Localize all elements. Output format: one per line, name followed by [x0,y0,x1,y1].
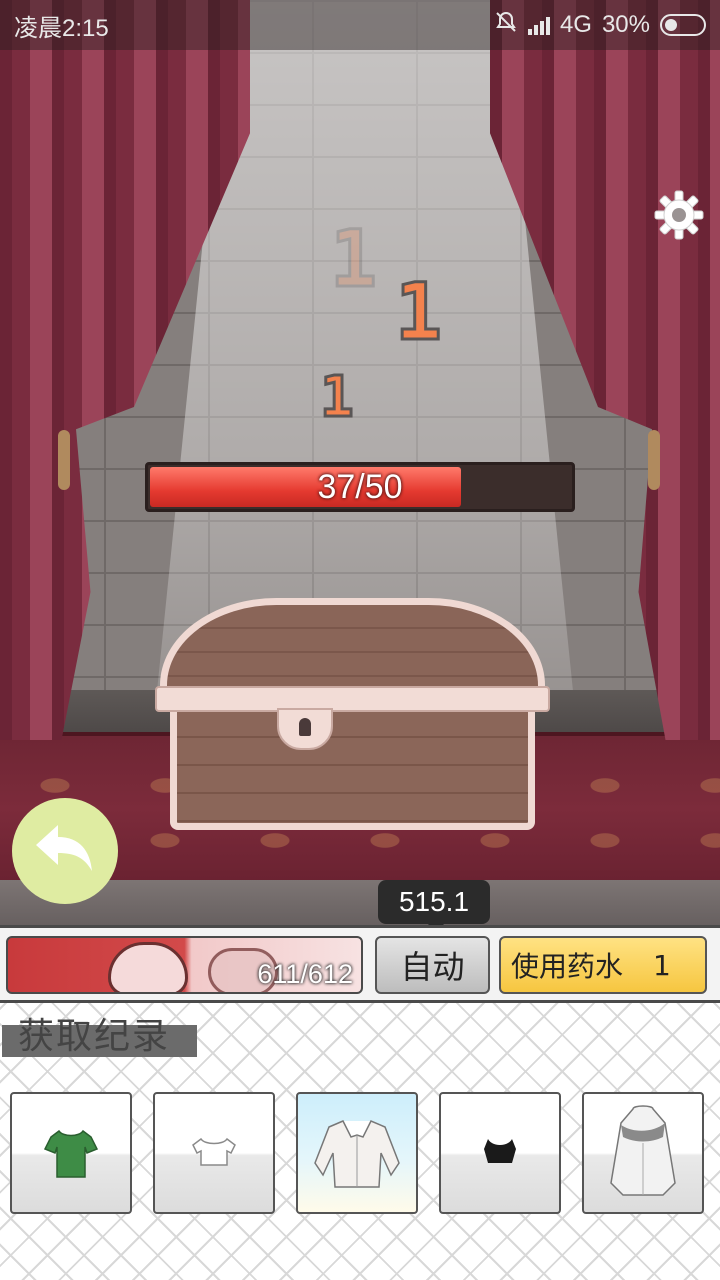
potion-count: 1 [653,948,671,982]
battery-percent: 30% [601,11,650,38]
curtain-rope-right [648,430,660,490]
damage-number: 1 [319,364,356,432]
record-title: 获取纪录 [2,1003,197,1057]
mute-icon [494,10,518,41]
network-type: 4G [559,11,592,38]
chest-lid [160,598,545,693]
signal-icon [527,15,550,35]
stage-front [0,880,720,925]
treasure-chest[interactable] [155,598,550,838]
use-potion-button[interactable]: 使用药水 1 [499,936,707,994]
crop-top-icon [192,1137,236,1166]
record-item-white-shirt[interactable] [296,1092,418,1214]
record-items [10,1092,710,1214]
record-item-white-hoodie[interactable] [582,1092,704,1214]
chest-band [155,686,550,712]
status-bar: 凌晨2:15 4G 30% [0,0,720,50]
crop-top-icon [484,1139,516,1163]
tshirt-icon [43,1129,99,1178]
gear-icon[interactable] [652,188,706,242]
shirt-icon [314,1120,400,1188]
back-arrow-icon [30,819,100,883]
game-scene: 1 1 1 37/50 [0,0,720,925]
auto-button[interactable]: 自动 [375,936,490,994]
hoodie-icon [610,1105,676,1196]
record-item-black-crop-top[interactable] [439,1092,561,1214]
curtain-rope-left [58,430,70,490]
avatar [108,942,188,992]
control-bar: 611/612 自动 使用药水 1 [0,925,720,1003]
chest-hp-text: 37/50 [317,467,403,506]
damage-number: 1 [394,267,444,360]
damage-number-faded: 1 [329,214,379,307]
record-item-white-crop-top[interactable] [153,1092,275,1214]
record-item-green-tshirt[interactable] [10,1092,132,1214]
chest-body [170,710,535,830]
battery-icon [660,14,706,36]
chest-hp-bar: 37/50 [145,462,575,512]
player-hp: 611/612 [257,959,353,989]
value-tooltip: 515.1 [378,880,490,933]
chest-lock [277,708,333,750]
back-button[interactable] [12,798,118,904]
potion-label: 使用药水 [511,950,624,983]
record-title-text: 获取纪录 [18,1016,171,1057]
player-portrait: 611/612 [6,936,363,994]
status-time: 凌晨2:15 [14,14,109,42]
